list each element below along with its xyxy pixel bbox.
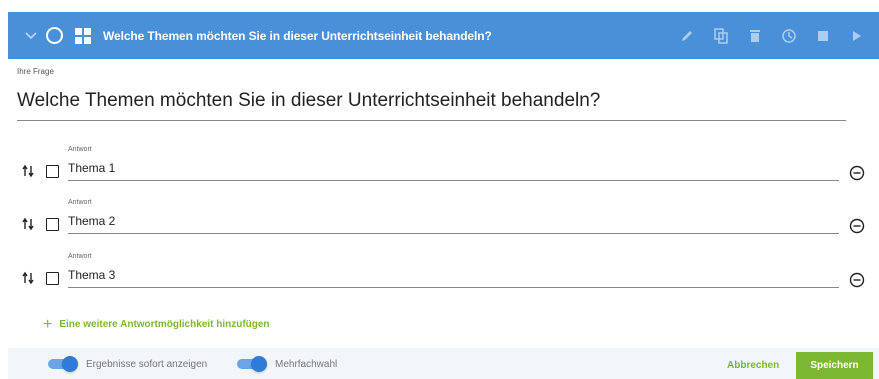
question-underline — [17, 120, 846, 121]
sort-arrows-icon[interactable] — [21, 217, 35, 231]
answer-input[interactable]: Thema 1 — [68, 161, 115, 175]
multiple-choice-toggle-label: Mehrfachwahl — [275, 359, 338, 370]
answer-checkbox[interactable] — [46, 272, 59, 285]
answer-row: Antwort Thema 1 — [0, 146, 879, 186]
status-circle-icon[interactable] — [46, 27, 63, 44]
grid-icon — [75, 27, 91, 44]
answer-underline — [68, 287, 839, 288]
answer-label: Antwort — [68, 146, 92, 153]
editor-footer: Ergebnisse sofort anzeigen Mehrfachwahl … — [8, 348, 879, 379]
chevron-down-icon[interactable] — [20, 31, 42, 40]
answer-input[interactable]: Thema 3 — [68, 268, 115, 282]
remove-circle-icon[interactable] — [849, 272, 865, 288]
question-input[interactable]: Welche Themen möchten Sie in dieser Unte… — [17, 90, 600, 112]
answer-label: Antwort — [68, 253, 92, 260]
answer-checkbox[interactable] — [46, 218, 59, 231]
stop-icon[interactable] — [815, 28, 831, 44]
add-answer-label: Eine weitere Antwortmöglichkeit hinzufüg… — [59, 319, 270, 330]
answer-row: Antwort Thema 3 — [0, 253, 879, 293]
header-toolbar — [679, 27, 865, 44]
answer-checkbox[interactable] — [46, 165, 59, 178]
add-answer-button[interactable]: + Eine weitere Antwortmöglichkeit hinzuf… — [43, 315, 270, 333]
question-header: Welche Themen möchten Sie in dieser Unte… — [8, 12, 879, 59]
plus-icon: + — [43, 315, 53, 333]
copy-icon[interactable] — [713, 27, 729, 44]
sort-arrows-icon[interactable] — [21, 271, 35, 285]
answer-underline — [68, 233, 839, 234]
trash-icon[interactable] — [747, 28, 763, 44]
pencil-icon[interactable] — [679, 28, 695, 44]
answer-underline — [68, 180, 839, 181]
remove-circle-icon[interactable] — [849, 218, 865, 234]
answer-input[interactable]: Thema 2 — [68, 214, 115, 228]
play-icon[interactable] — [849, 28, 865, 44]
results-toggle[interactable] — [48, 356, 78, 372]
save-button[interactable]: Speichern — [796, 352, 873, 379]
cancel-button[interactable]: Abbrechen — [727, 360, 779, 371]
multiple-choice-toggle[interactable] — [237, 356, 267, 372]
remove-circle-icon[interactable] — [849, 165, 865, 181]
answer-row: Antwort Thema 2 — [0, 199, 879, 239]
answer-label: Antwort — [68, 199, 92, 206]
results-toggle-label: Ergebnisse sofort anzeigen — [86, 359, 208, 370]
history-icon[interactable] — [781, 28, 797, 44]
question-label: Ihre Frage — [17, 67, 54, 76]
header-title: Welche Themen möchten Sie in dieser Unte… — [103, 28, 492, 43]
sort-arrows-icon[interactable] — [21, 164, 35, 178]
